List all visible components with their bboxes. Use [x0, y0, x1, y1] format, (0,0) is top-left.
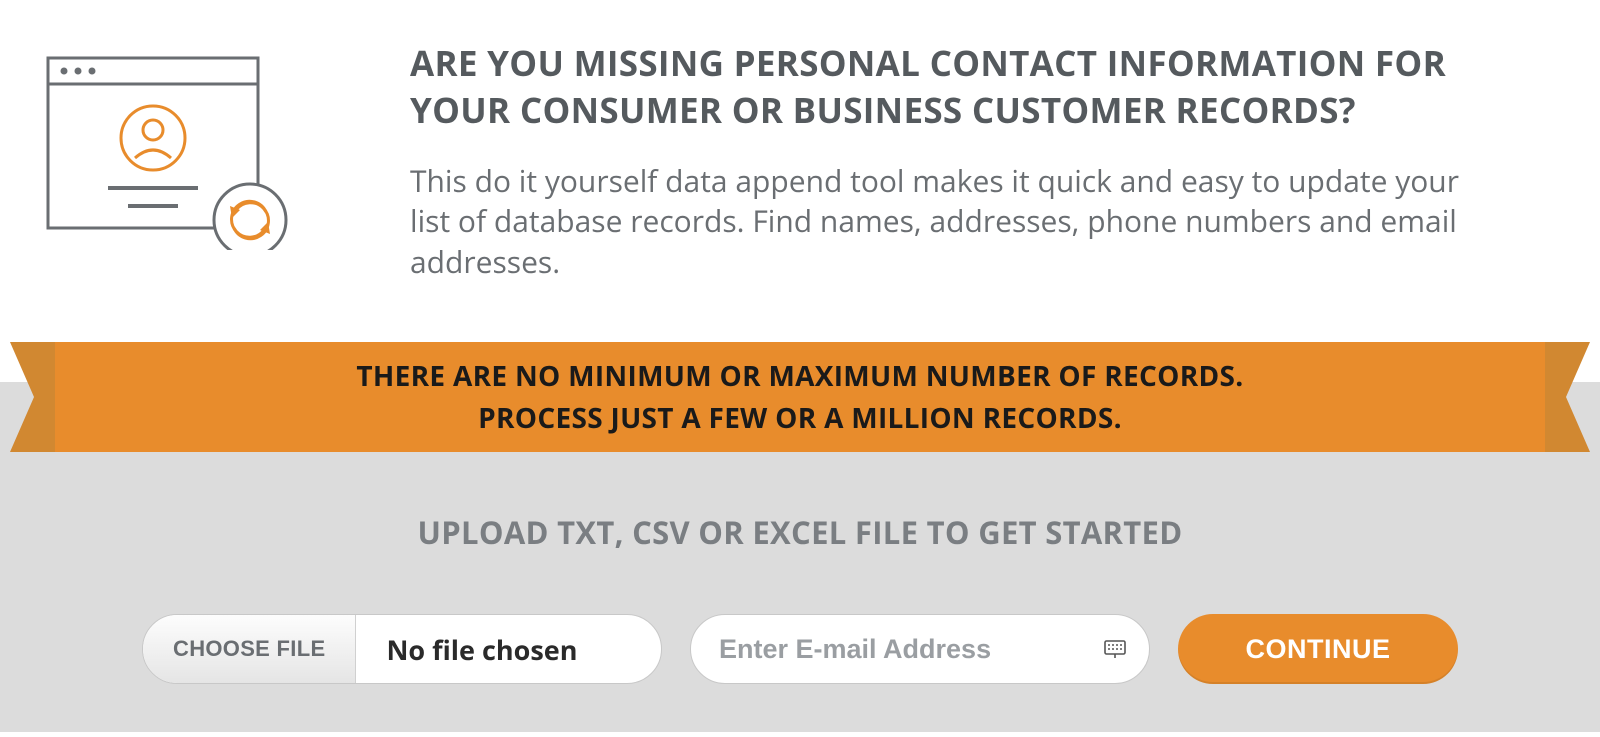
ribbon-line-2: PROCESS JUST A FEW OR A MILLION RECORDS.	[478, 397, 1122, 439]
continue-button[interactable]: CONTINUE	[1178, 614, 1458, 684]
page-description: This do it yourself data append tool mak…	[410, 161, 1500, 283]
intro-text: ARE YOU MISSING PERSONAL CONTACT INFORMA…	[410, 40, 1560, 282]
file-status-label: No file chosen	[356, 631, 661, 668]
ribbon-line-1: THERE ARE NO MINIMUM OR MAXIMUM NUMBER O…	[356, 355, 1243, 397]
file-chooser: CHOOSE FILE No file chosen	[142, 614, 662, 684]
upload-heading: UPLOAD TXT, CSV OR EXCEL FILE TO GET STA…	[40, 512, 1560, 554]
ribbon-main: THERE ARE NO MINIMUM OR MAXIMUM NUMBER O…	[55, 342, 1545, 452]
email-input[interactable]	[690, 614, 1150, 684]
upload-controls: CHOOSE FILE No file chosen CONTINUE	[40, 614, 1560, 684]
intro-section: ARE YOU MISSING PERSONAL CONTACT INFORMA…	[0, 0, 1600, 342]
choose-file-button[interactable]: CHOOSE FILE	[143, 615, 356, 683]
email-input-wrap	[690, 614, 1150, 684]
keyboard-icon	[1104, 640, 1126, 658]
page-headline: ARE YOU MISSING PERSONAL CONTACT INFORMA…	[410, 40, 1500, 135]
ribbon-banner: THERE ARE NO MINIMUM OR MAXIMUM NUMBER O…	[0, 342, 1600, 452]
upload-section: UPLOAD TXT, CSV OR EXCEL FILE TO GET STA…	[0, 452, 1600, 732]
data-append-illustration	[40, 50, 300, 255]
